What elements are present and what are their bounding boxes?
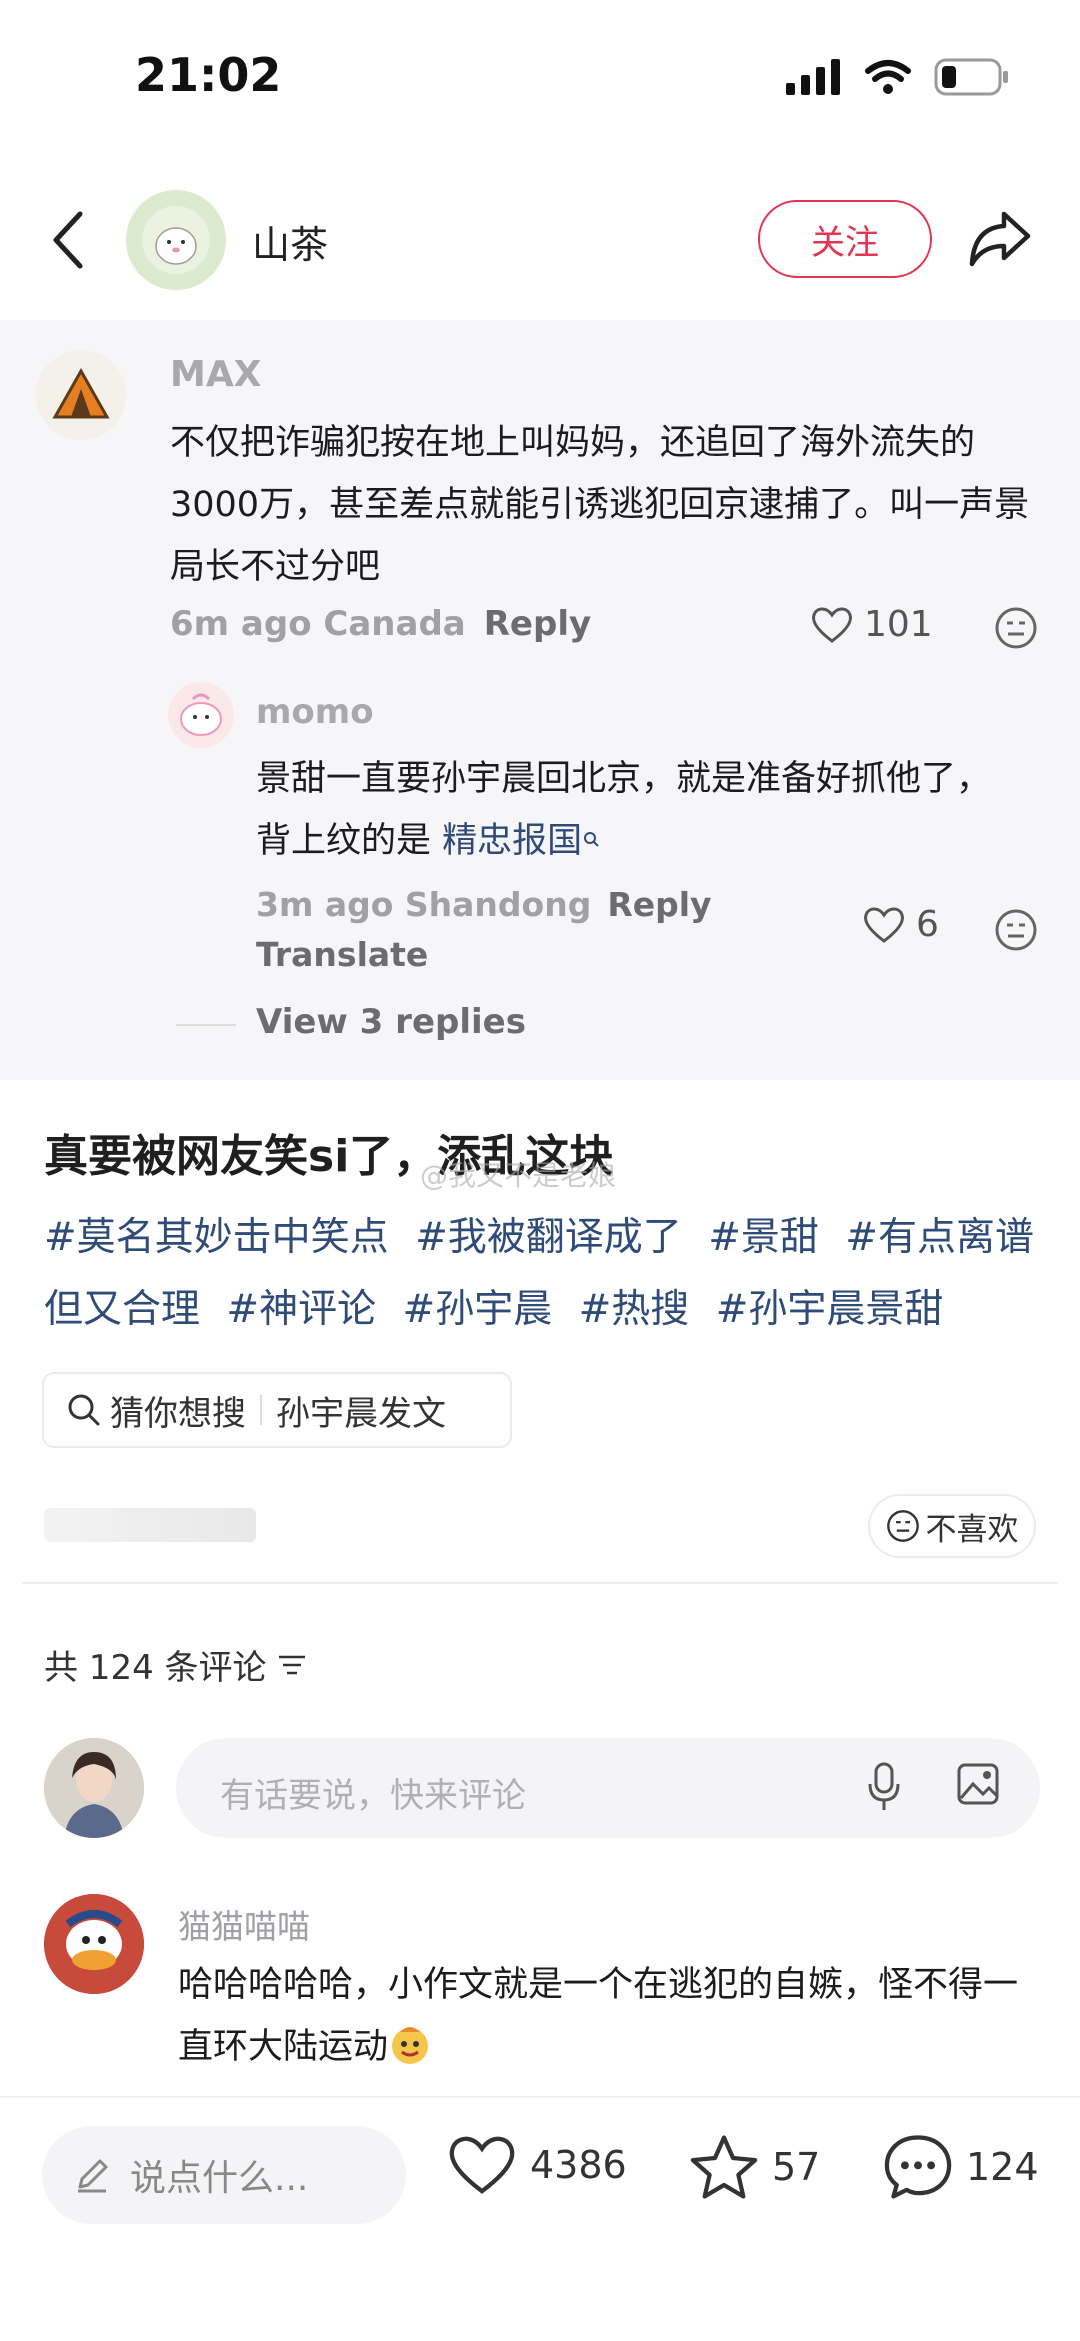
- reply-translate-link: Translate: [256, 935, 429, 974]
- status-bar: 21:02: [0, 0, 1080, 150]
- comment-text: 不仅把诈骗犯按在地上叫妈妈，还追回了海外流失的3000万，甚至差点就能引诱逃犯回…: [170, 423, 1030, 587]
- hashtag[interactable]: #景甜: [708, 1215, 819, 1260]
- tent-icon: [52, 367, 110, 419]
- dislike-face-icon: [995, 909, 1037, 951]
- hashtag[interactable]: #热搜: [579, 1287, 690, 1332]
- reply-text: 景甜一直要孙宇晨回北京，就是准备好抓他了，背上纹的是 精忠报国: [256, 748, 1016, 872]
- comment-bubble-icon: [884, 2135, 952, 2199]
- hashtag[interactable]: #孙宇晨: [403, 1287, 553, 1332]
- status-time: 21:02: [135, 48, 282, 102]
- hashtag[interactable]: #莫名其妙击中笑点: [44, 1215, 389, 1260]
- comment-input[interactable]: 有话要说，快来评论: [176, 1738, 1040, 1838]
- comment-input-placeholder: 有话要说，快来评论: [220, 1776, 526, 1816]
- comment-reply-link: Reply: [483, 604, 592, 644]
- guess-divider: [260, 1395, 262, 1425]
- dislike-label: 不喜欢: [925, 1511, 1019, 1548]
- post-date-blur: [44, 1508, 256, 1542]
- guess-query: 孙宇晨发文: [276, 1393, 446, 1434]
- emoji-icon: [392, 2027, 429, 2064]
- say-placeholder: 说点什么...: [130, 2158, 309, 2199]
- dislike-button[interactable]: 不喜欢: [868, 1494, 1036, 1558]
- heart-icon: [864, 907, 904, 943]
- watermark: @我又不是老娘: [420, 1159, 617, 1192]
- reply-hashtag: 精忠报国: [442, 821, 583, 861]
- wifi-icon: [865, 60, 911, 94]
- comment-count[interactable]: 共 124 条评论: [44, 1640, 307, 1689]
- like-count: 4386: [530, 2143, 627, 2187]
- comment-like-count: 101: [864, 604, 933, 645]
- post-image[interactable]: MAX 不仅把诈骗犯按在地上叫妈妈，还追回了海外流失的3000万，甚至差点就能引…: [0, 320, 1080, 1080]
- collect-button[interactable]: 57: [688, 2132, 820, 2202]
- heart-icon: [812, 607, 852, 643]
- follow-button[interactable]: 关注: [758, 200, 932, 278]
- comment-count-label: 共 124 条评论: [44, 1648, 267, 1688]
- guess-search-chip[interactable]: 猜你想搜 孙宇晨发文: [42, 1372, 512, 1448]
- share-icon[interactable]: [966, 206, 1034, 270]
- comment-body: 哈哈哈哈哈，小作文就是一个在逃犯的自嫉，怪不得一直环大陆运动: [178, 1965, 1019, 2067]
- reply-like: 6: [862, 904, 939, 945]
- battery-icon: [934, 58, 1008, 96]
- top-bar: 山茶 关注: [0, 180, 1080, 300]
- status-icons: [786, 58, 1010, 96]
- star-icon: [690, 2135, 758, 2199]
- guess-label: 猜你想搜: [110, 1393, 246, 1434]
- bottom-bar: 说点什么... 4386 57 124: [0, 2096, 1080, 2341]
- comment-button[interactable]: 124: [882, 2132, 1039, 2202]
- sort-icon: [278, 1655, 305, 1674]
- image-icon[interactable]: [956, 1762, 1000, 1806]
- collect-count: 57: [772, 2145, 821, 2189]
- comment-avatar: [36, 350, 126, 440]
- post-tags: #莫名其妙击中笑点 #我被翻译成了 #景甜 #有点离谱但又合理 #神评论 #孙宇…: [44, 1202, 1044, 1346]
- reply-username: momo: [256, 692, 374, 732]
- pencil-icon: [78, 2159, 108, 2193]
- comment-username[interactable]: 猫猫喵喵: [178, 1900, 310, 1948]
- say-input[interactable]: 说点什么...: [42, 2126, 406, 2224]
- comment-meta: 6m ago Canada Reply: [170, 604, 591, 644]
- back-icon[interactable]: [40, 208, 100, 272]
- my-avatar: [44, 1738, 144, 1838]
- reply-reply-link: Reply: [607, 885, 712, 924]
- divider: [22, 1582, 1058, 1584]
- reply-like-count: 6: [916, 904, 939, 945]
- reply-avatar: [168, 682, 234, 748]
- reply-time-location: 3m ago Shandong: [256, 885, 592, 924]
- reply-meta: 3m ago Shandong Reply Translate: [256, 880, 756, 980]
- comment-time-location: 6m ago Canada: [170, 604, 466, 644]
- reply-body: 景甜一直要孙宇晨回北京，就是准备好抓他了，背上纹的是: [256, 759, 992, 861]
- author-avatar[interactable]: [126, 190, 226, 290]
- signal-icon: [786, 59, 840, 95]
- comment-text: 哈哈哈哈哈，小作文就是一个在逃犯的自嫉，怪不得一直环大陆运动: [178, 1954, 1048, 2078]
- dislike-face-icon: [886, 1510, 919, 1542]
- view-replies-link: View 3 replies: [256, 1002, 526, 1042]
- author-name[interactable]: 山茶: [252, 214, 328, 269]
- hashtag[interactable]: #神评论: [226, 1287, 376, 1332]
- hashtag[interactable]: #我被翻译成了: [415, 1215, 682, 1260]
- comment-total: 124: [966, 2145, 1039, 2189]
- hashtag[interactable]: #孙宇晨景甜: [716, 1287, 944, 1332]
- microphone-icon[interactable]: [866, 1760, 902, 1814]
- dislike-face-icon: [995, 607, 1037, 649]
- comment-username: MAX: [170, 354, 262, 395]
- view-replies-line: [176, 1024, 236, 1026]
- search-small-icon: [584, 832, 599, 847]
- comment-like: 101: [810, 604, 933, 645]
- search-icon: [68, 1394, 100, 1426]
- comment-avatar[interactable]: [44, 1894, 144, 1994]
- heart-icon: [449, 2136, 515, 2194]
- like-button[interactable]: 4386: [446, 2132, 627, 2198]
